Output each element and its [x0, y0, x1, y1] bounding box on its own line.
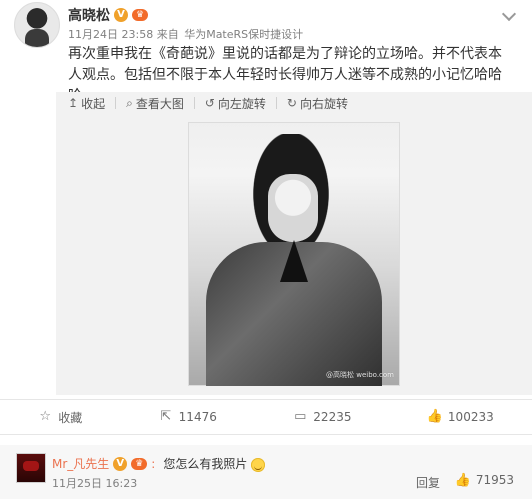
view-large-button[interactable]: ⌕ 查看大图: [126, 95, 184, 112]
repost-icon: ⇱: [160, 409, 172, 424]
comment-row: Mr_凡先生 V ♛ : 您怎么有我照片 11月25日 16:23 回复 👍 7…: [0, 445, 532, 499]
repost-count: 11476: [178, 410, 217, 424]
post-author-name[interactable]: 高晓松: [68, 5, 110, 25]
rotate-left-label: 向左旋转: [217, 96, 266, 111]
comment-button[interactable]: ▭ 22235: [293, 409, 352, 425]
comment-username[interactable]: Mr_凡先生: [52, 455, 109, 472]
emoji-icon: [251, 457, 266, 472]
post-time[interactable]: 11月24日 23:58: [68, 28, 153, 41]
photo-face: [268, 174, 318, 242]
favorite-label: 收藏: [58, 410, 83, 425]
repost-button[interactable]: ⇱ 11476: [159, 409, 217, 425]
photo-watermark: @高晓松 weibo.com: [326, 371, 394, 379]
post-author-row: 高晓松 V ♛: [68, 6, 148, 24]
comment-count: 22235: [313, 410, 352, 424]
comment-time: 11月25日 16:23: [52, 477, 138, 490]
toolbar-divider: [115, 97, 117, 109]
view-large-label: 查看大图: [135, 96, 184, 111]
media-toolbar: ↥ 收起 ⌕ 查看大图 ↺ 向左旋转 ↻ 向右旋转: [56, 92, 348, 114]
verified-badge-icon: V: [113, 456, 128, 471]
weibo-post-screenshot: 高晓松 V ♛ 11月24日 23:58 来自 华为MateRS保时捷设计 再次…: [0, 0, 532, 499]
thumbs-up-icon: 👍: [454, 472, 471, 488]
rotate-right-button[interactable]: ↻ 向右旋转: [287, 95, 348, 112]
avatar[interactable]: [14, 2, 60, 48]
post-photo[interactable]: @高晓松 weibo.com: [188, 122, 400, 386]
comment-colon: :: [151, 456, 156, 471]
verified-badge-icon: V: [114, 8, 128, 22]
rotate-right-icon: ↻: [286, 96, 297, 110]
comment-icon: ▭: [294, 409, 307, 424]
post-meta: 11月24日 23:58 来自 华为MateRS保时捷设计: [68, 26, 303, 42]
comment-like-button[interactable]: 👍 71953: [454, 472, 514, 488]
thumbs-up-icon: 👍: [426, 409, 444, 424]
reply-button[interactable]: 回复: [416, 474, 440, 491]
comment-avatar[interactable]: [16, 453, 46, 483]
toolbar-divider: [193, 97, 195, 109]
rotate-right-label: 向右旋转: [299, 96, 348, 111]
comment-text: 您怎么有我照片: [163, 457, 248, 471]
favorite-button[interactable]: ☆ 收藏: [38, 409, 82, 426]
post-source-prefix: 来自: [156, 28, 179, 41]
like-count: 100233: [447, 410, 494, 424]
chevron-down-icon[interactable]: [501, 6, 517, 22]
comment-main-line: Mr_凡先生 V ♛ : 您怎么有我照片: [52, 455, 266, 472]
star-icon: ☆: [39, 409, 52, 424]
rotate-left-button[interactable]: ↺ 向左旋转: [205, 95, 266, 112]
vip-badge-icon: ♛: [131, 457, 148, 470]
comment-avatar-mark: [23, 461, 39, 471]
collapse-icon: ↥: [68, 96, 79, 110]
collapse-label: 收起: [81, 96, 106, 111]
search-icon: ⌕: [126, 96, 133, 110]
collapse-button[interactable]: ↥ 收起: [68, 95, 105, 112]
avatar-figure: [25, 29, 49, 47]
post-device[interactable]: 华为MateRS保时捷设计: [184, 28, 303, 41]
comment-like-count: 71953: [475, 473, 514, 487]
toolbar-divider: [275, 97, 277, 109]
vip-badge-icon: ♛: [132, 9, 148, 21]
post-actions-bar: ☆ 收藏 ⇱ 11476 ▭ 22235 👍 100233: [0, 399, 532, 435]
like-button[interactable]: 👍 100233: [426, 409, 494, 425]
rotate-left-icon: ↺: [204, 96, 215, 110]
